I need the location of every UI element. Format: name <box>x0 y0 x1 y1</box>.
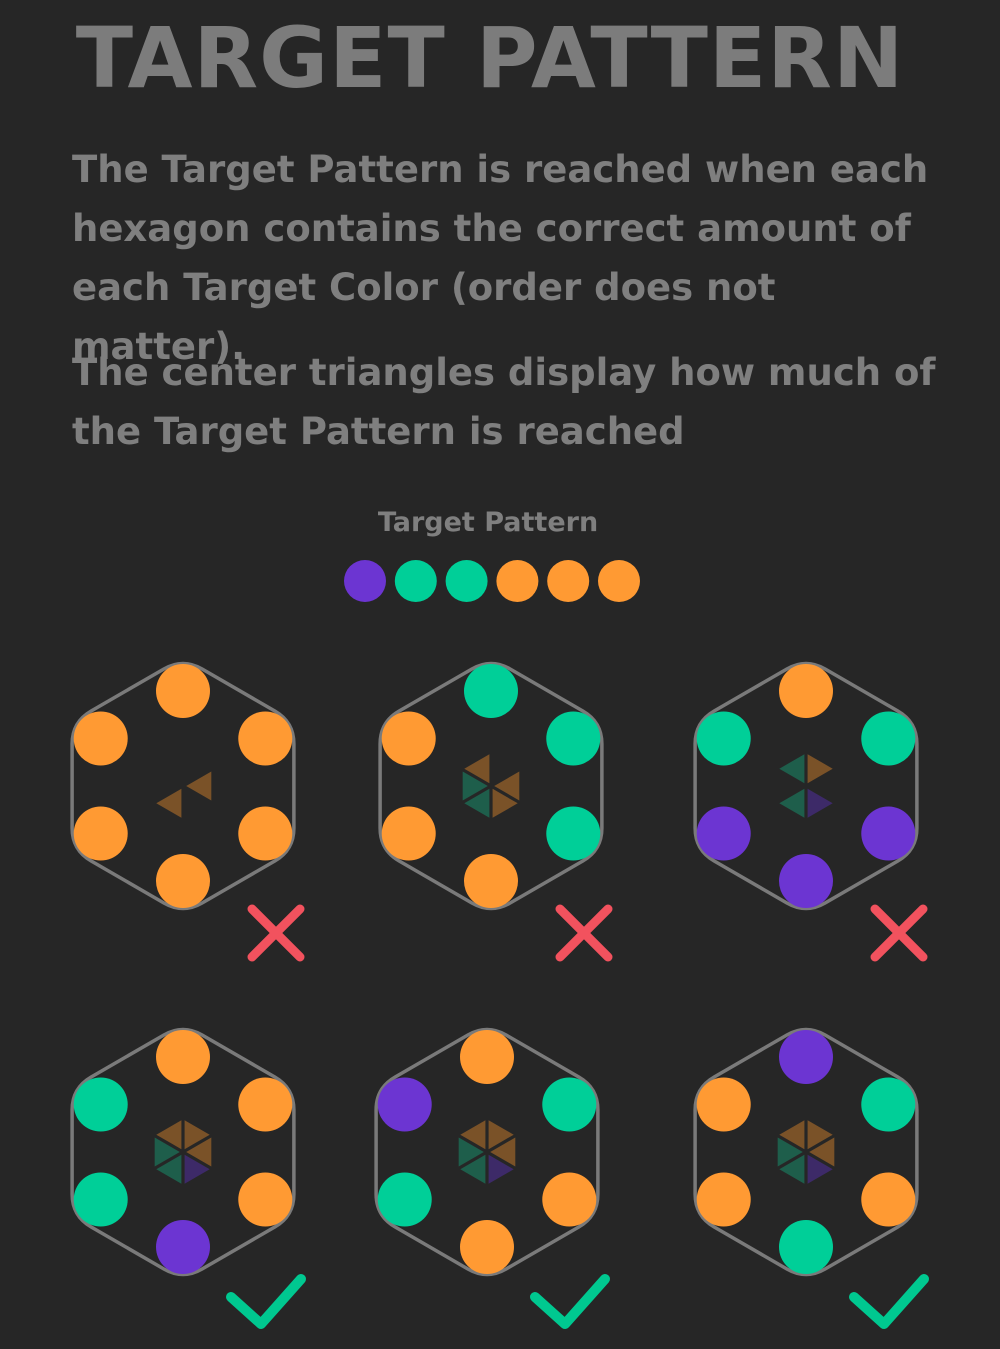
target-dot-purple <box>344 560 386 602</box>
progress-triangle-teal <box>154 1137 180 1167</box>
progress-triangle-teal <box>156 1154 182 1184</box>
fail-x-icon <box>247 904 305 962</box>
color-circle-orange <box>238 1172 293 1227</box>
color-circle-orange <box>156 664 210 718</box>
color-circle-purple <box>696 806 751 861</box>
color-circle-purple <box>861 806 916 861</box>
fail-x-icon <box>555 904 613 962</box>
color-circle-orange <box>381 806 436 861</box>
hexagon-outline <box>693 1027 919 1277</box>
color-circle-teal <box>73 1077 128 1132</box>
example-board-6 <box>693 1027 929 1329</box>
description-paragraph-1: The Target Pattern is reached when each … <box>72 148 929 368</box>
color-circle-teal <box>377 1172 432 1227</box>
target-pattern-label: Target Pattern <box>377 507 599 538</box>
progress-triangle-teal <box>462 771 488 801</box>
pass-check-icon <box>226 1274 306 1329</box>
progress-triangle-purple <box>184 1154 210 1184</box>
color-circle-purple <box>779 854 833 908</box>
color-circle-orange <box>238 711 293 766</box>
color-circle-orange <box>156 1030 210 1084</box>
example-board-1 <box>70 661 305 962</box>
progress-triangle-orange <box>186 1137 212 1167</box>
color-circle-teal <box>696 711 751 766</box>
color-circle-orange <box>542 1172 597 1227</box>
color-circle-orange <box>73 806 128 861</box>
target-dot-orange <box>547 560 590 602</box>
example-board-3 <box>693 661 928 962</box>
progress-triangle-orange <box>460 1120 486 1150</box>
progress-triangle-orange <box>807 754 833 784</box>
description-paragraph-2: The center triangles display how much of… <box>72 351 936 453</box>
page-title: TARGET PATTERN <box>75 9 905 107</box>
color-circle-purple <box>156 1220 210 1274</box>
hexagon-outline <box>374 1027 600 1277</box>
color-circle-teal <box>464 664 518 718</box>
example-board-5 <box>374 1027 610 1329</box>
target-dot-teal <box>394 560 437 602</box>
progress-triangle-teal <box>779 788 805 818</box>
color-circle-orange <box>238 806 293 861</box>
progress-triangle-orange <box>464 754 490 784</box>
pass-check-icon <box>530 1274 610 1329</box>
pass-check-icon <box>849 1274 929 1329</box>
progress-triangle-purple <box>807 1154 833 1184</box>
color-circle-orange <box>696 1077 751 1132</box>
progress-triangle-orange <box>156 1120 182 1150</box>
color-circle-orange <box>779 664 833 718</box>
hexagon-outline <box>378 661 604 911</box>
progress-triangle-orange <box>494 771 520 801</box>
progress-triangle-teal <box>464 788 490 818</box>
progress-triangle-orange <box>807 1120 833 1150</box>
color-circle-orange <box>156 854 210 908</box>
fail-x-icon <box>870 904 928 962</box>
progress-triangle-orange <box>184 1120 210 1150</box>
progress-triangle-teal <box>460 1154 486 1184</box>
color-circle-orange <box>861 1172 916 1227</box>
color-circle-teal <box>546 711 601 766</box>
color-circle-purple <box>377 1077 432 1132</box>
color-circle-teal <box>861 711 916 766</box>
progress-triangle-teal <box>458 1137 484 1167</box>
color-circle-teal <box>73 1172 128 1227</box>
hexagon-outline <box>693 661 919 911</box>
color-circle-orange <box>464 854 518 908</box>
example-board-2 <box>378 661 613 962</box>
progress-triangle-teal <box>779 1154 805 1184</box>
color-circle-orange <box>460 1220 514 1274</box>
color-circle-orange <box>460 1030 514 1084</box>
progress-triangle-orange <box>488 1120 514 1150</box>
color-circle-teal <box>779 1220 833 1274</box>
progress-triangle-orange <box>809 1137 835 1167</box>
color-circle-teal <box>861 1077 916 1132</box>
progress-triangle-orange <box>492 788 518 818</box>
progress-triangle-teal <box>777 1137 803 1167</box>
target-dot-orange <box>598 560 640 602</box>
color-circle-orange <box>73 711 128 766</box>
color-circle-purple <box>779 1030 833 1084</box>
progress-triangle-orange <box>156 788 182 818</box>
target-dot-teal <box>445 560 488 602</box>
progress-triangle-purple <box>488 1154 514 1184</box>
target-dot-orange <box>496 560 539 602</box>
progress-triangle-purple <box>807 788 833 818</box>
progress-triangle-orange <box>779 1120 805 1150</box>
color-circle-orange <box>696 1172 751 1227</box>
color-circle-orange <box>238 1077 293 1132</box>
progress-triangle-orange <box>490 1137 516 1167</box>
progress-triangle-teal <box>779 754 805 784</box>
hexagon-outline <box>70 1027 296 1277</box>
color-circle-teal <box>542 1077 597 1132</box>
example-board-4 <box>70 1027 306 1329</box>
color-circle-teal <box>546 806 601 861</box>
hexagon-outline <box>70 661 296 911</box>
color-circle-orange <box>381 711 436 766</box>
progress-triangle-orange <box>186 771 212 801</box>
